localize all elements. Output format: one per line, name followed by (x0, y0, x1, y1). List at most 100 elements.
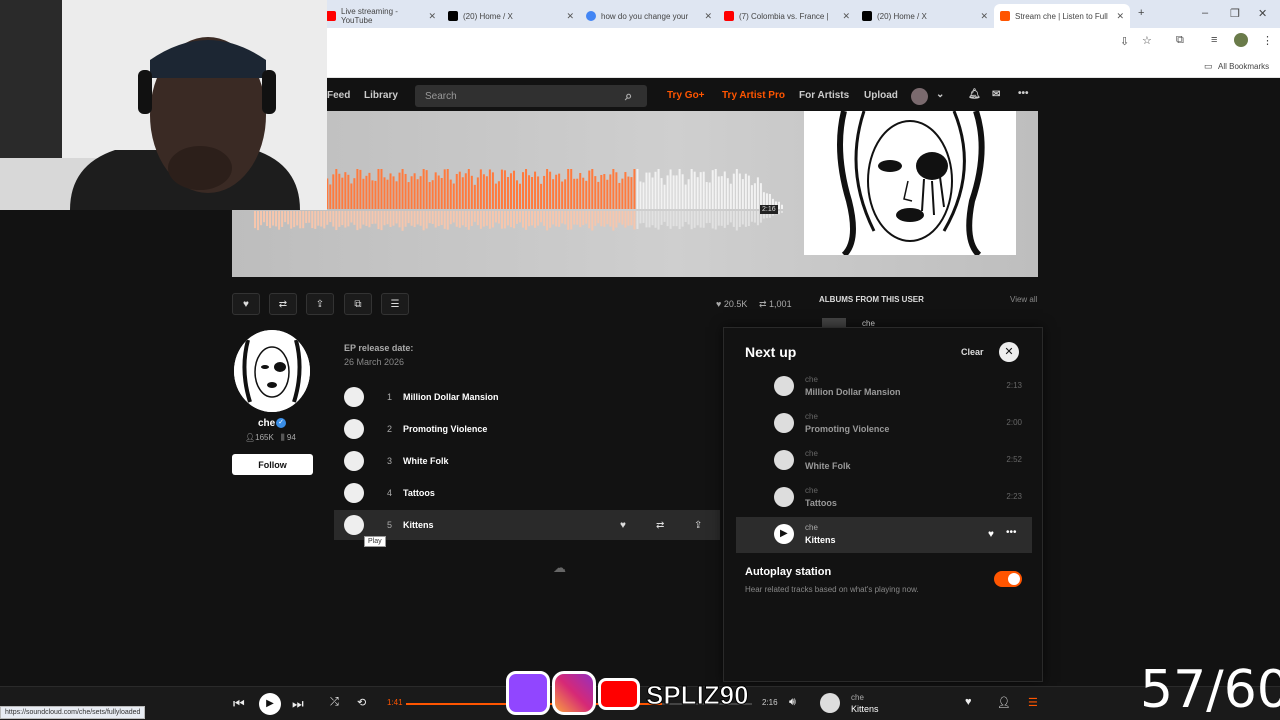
browser-tab[interactable]: (7) Colombia vs. France | ✕ (718, 4, 856, 28)
waveform-bar (651, 177, 654, 209)
close-icon[interactable]: ✕ (1116, 11, 1124, 22)
queue-item[interactable]: che White Folk 2:52 (736, 443, 1032, 479)
more-icon[interactable]: ••• (1006, 527, 1017, 538)
waveform-bar (416, 179, 419, 209)
close-icon[interactable]: ✕ (999, 342, 1019, 362)
queue-item-current[interactable]: ▶ che Kittens ♥ ••• (736, 517, 1032, 553)
waveform-bar (780, 204, 783, 209)
artist-name[interactable]: che (258, 418, 275, 429)
share-icon[interactable]: ⇪ (694, 520, 702, 531)
waveform-reflection (717, 211, 720, 226)
mail-icon[interactable]: ✉ (992, 89, 1000, 100)
now-playing-thumbnail[interactable] (820, 693, 840, 713)
follow-artist-icon[interactable]: 👤︎ (997, 696, 1011, 709)
share-button[interactable]: ⇪ (306, 293, 334, 315)
browser-tab[interactable]: how do you change your ✕ (580, 4, 718, 28)
track-thumbnail[interactable] (344, 515, 364, 535)
chevron-down-icon[interactable]: ⌄ (936, 89, 944, 100)
search-icon[interactable]: ⌕ (625, 88, 632, 104)
autoplay-toggle[interactable] (994, 571, 1022, 587)
artist-avatar[interactable] (234, 330, 310, 412)
waveform-reflection (579, 211, 582, 228)
waveform[interactable] (254, 169, 784, 233)
next-icon[interactable]: ⏭ (292, 696, 304, 712)
repeat-icon[interactable]: ⟲ (357, 696, 366, 709)
now-playing-artist[interactable]: che (851, 693, 864, 702)
track-number: 3 (387, 456, 393, 466)
copy-link-button[interactable]: ⧉ (344, 293, 372, 315)
search-input[interactable] (415, 85, 647, 107)
track-thumbnail[interactable] (344, 483, 364, 503)
close-icon[interactable]: ✕ (980, 11, 988, 22)
new-tab-icon[interactable]: + (1138, 7, 1144, 19)
track-thumbnail[interactable] (344, 419, 364, 439)
track-title[interactable]: Tattoos (403, 488, 435, 498)
repost-button[interactable]: ⇄ (269, 293, 297, 315)
queue-icon[interactable]: ☰ (1028, 696, 1038, 709)
track-row[interactable]: 4 Tattoos (334, 478, 720, 508)
close-icon[interactable]: ✕ (566, 11, 574, 22)
previous-icon[interactable]: ⏮ (233, 696, 245, 712)
track-thumbnail[interactable] (344, 451, 364, 471)
queue-item[interactable]: che Tattoos 2:23 (736, 480, 1032, 516)
volume-icon[interactable]: 🔊︎ (789, 696, 796, 709)
track-thumbnail[interactable] (344, 387, 364, 407)
kebab-menu-icon[interactable]: ⋮ (1262, 34, 1273, 47)
bell-icon[interactable]: 🔔︎ (968, 89, 981, 100)
now-playing-title[interactable]: Kittens (851, 704, 879, 714)
like-button[interactable]: ♥ (232, 293, 260, 315)
follow-button[interactable]: Follow (232, 454, 313, 475)
waveform-reflection (723, 211, 726, 228)
track-title[interactable]: Promoting Violence (403, 424, 487, 434)
nav-feed[interactable]: Feed (327, 90, 350, 101)
upload-link[interactable]: Upload (864, 90, 898, 101)
clear-button[interactable]: Clear (961, 347, 984, 357)
waveform-bar (597, 181, 600, 209)
track-row[interactable]: 1 Million Dollar Mansion (334, 382, 720, 412)
browser-tab[interactable]: (20) Home / X ✕ (856, 4, 994, 28)
more-icon[interactable]: ••• (1018, 88, 1029, 99)
track-row[interactable]: 2 Promoting Violence (334, 414, 720, 444)
close-icon[interactable]: ✕ (842, 11, 850, 22)
repost-icon[interactable]: ⇄ (656, 520, 664, 531)
install-icon[interactable]: ⇩ (1120, 35, 1129, 48)
profile-avatar[interactable] (1234, 33, 1248, 47)
track-title[interactable]: White Folk (403, 456, 449, 466)
close-icon[interactable]: ✕ (704, 11, 712, 22)
minimize-icon[interactable]: – (1202, 7, 1208, 19)
shuffle-icon[interactable]: ⤮ (330, 696, 339, 709)
waveform-reflection (624, 211, 627, 228)
heart-icon[interactable]: ♥ (620, 520, 626, 531)
bookmark-star-icon[interactable]: ☆ (1142, 34, 1152, 47)
user-avatar[interactable] (911, 88, 928, 105)
browser-tab[interactable]: (20) Home / X ✕ (442, 4, 580, 28)
try-artist-pro-link[interactable]: Try Artist Pro (722, 90, 785, 101)
track-row[interactable]: 3 White Folk (334, 446, 720, 476)
try-go-link[interactable]: Try Go+ (667, 90, 705, 101)
waveform-bar (747, 175, 750, 209)
play-button[interactable]: ▶ (259, 693, 281, 715)
queue-item[interactable]: che Million Dollar Mansion 2:13 (736, 369, 1032, 405)
waveform-bar (383, 177, 386, 209)
heart-icon[interactable]: ♥ (965, 696, 972, 708)
play-icon[interactable]: ▶ (774, 524, 794, 544)
view-all-link[interactable]: View all (1010, 295, 1037, 304)
waveform-reflection (558, 211, 561, 227)
track-title[interactable]: Million Dollar Mansion (403, 392, 499, 402)
browser-tab-active[interactable]: Stream che | Listen to Full ✕ (994, 4, 1130, 28)
close-window-icon[interactable]: ✕ (1258, 7, 1267, 20)
all-bookmarks-link[interactable]: All Bookmarks (1218, 62, 1269, 71)
track-title[interactable]: Kittens (403, 520, 434, 530)
close-icon[interactable]: ✕ (428, 11, 436, 22)
nav-library[interactable]: Library (364, 90, 398, 101)
queue-item[interactable]: che Promoting Violence 2:00 (736, 406, 1032, 442)
track-row-hovered[interactable]: 5 Kittens ♥ ⇄ ⇪ (334, 510, 720, 540)
add-to-queue-button[interactable]: ☰ (381, 293, 409, 315)
browser-tab[interactable]: Live streaming - YouTube ✕ (320, 4, 442, 28)
for-artists-link[interactable]: For Artists (799, 90, 849, 101)
heart-icon[interactable]: ♥ (988, 529, 994, 540)
media-controls-icon[interactable]: ≡ (1211, 34, 1217, 46)
restore-icon[interactable]: ❐ (1230, 7, 1240, 20)
extensions-icon[interactable]: ⧉ (1176, 34, 1184, 47)
waveform-bar (687, 179, 690, 209)
